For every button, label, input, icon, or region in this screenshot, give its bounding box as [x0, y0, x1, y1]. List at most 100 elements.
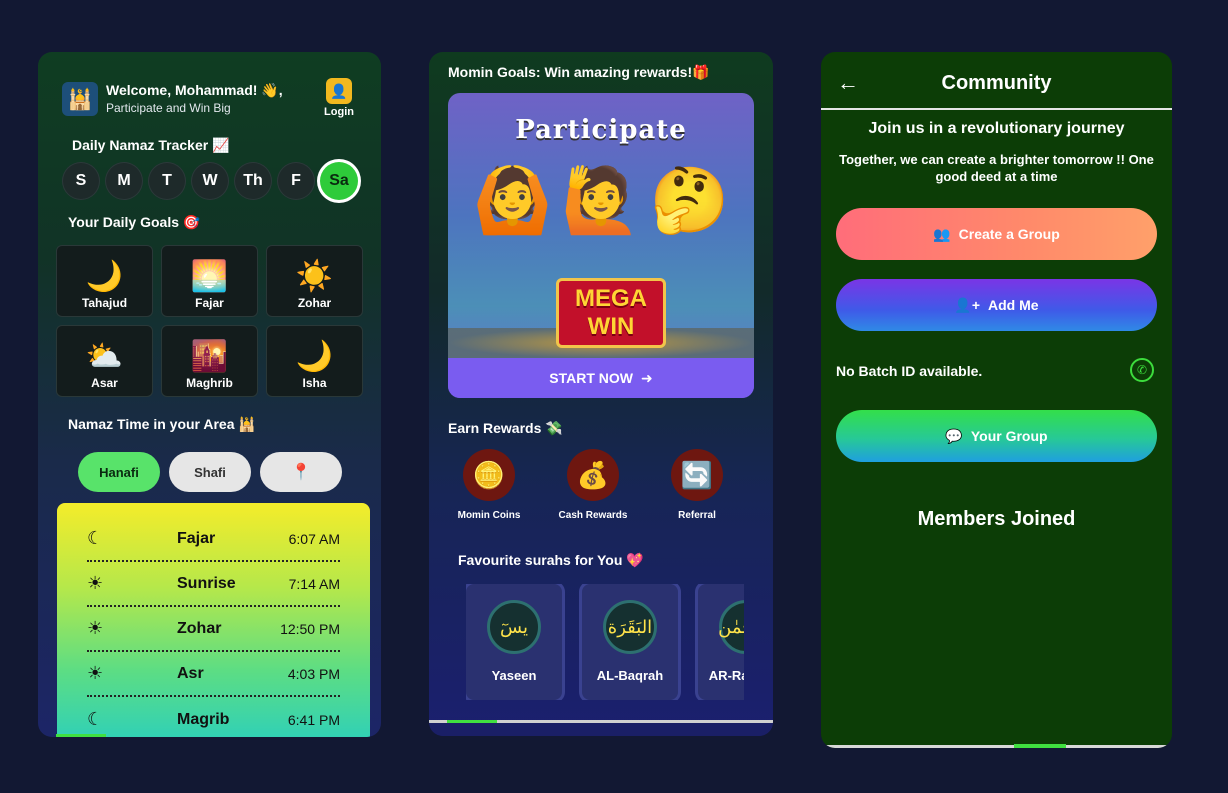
goal-maghrib[interactable]: 🌇 Maghrib	[161, 325, 258, 397]
page-title: Community	[941, 72, 1052, 94]
banner-title: Participate	[515, 115, 687, 145]
goal-fajar[interactable]: 🌅 Fajar	[161, 245, 258, 317]
day-s[interactable]: S	[62, 162, 100, 200]
mega-win-badge: MEGA WIN	[556, 278, 666, 348]
person-icon: 🙋	[561, 164, 641, 236]
scroll-indicator	[56, 734, 106, 737]
prayer-times-card: ☾ Fajar 6:07 AM ☀ Sunrise 7:14 AM ☀ Zoha…	[57, 503, 370, 737]
prayer-time: 6:07 AM	[288, 530, 340, 547]
sunset-icon: 🌇	[190, 340, 229, 373]
reward-referral[interactable]: 🔄 Referral	[667, 449, 727, 521]
day-selector: S M T W Th F Sa	[62, 162, 358, 200]
day-th[interactable]: Th	[234, 162, 272, 200]
welcome-text: Welcome, Mohammad! 👋,	[106, 82, 283, 98]
person-icon: 🤔	[649, 164, 730, 236]
prayer-name: Sunrise	[177, 574, 236, 592]
rewards-list: 🪙 Momin Coins 💰 Cash Rewards 🔄 Referral	[458, 449, 727, 521]
surah-carousel[interactable]: يسٓ Yaseen البَقَرَة AL-Baqrah الرَّحْمٰ…	[466, 584, 744, 700]
prayer-row: ☀ Zohar 12:50 PM	[87, 607, 340, 652]
avatar[interactable]: 🕌	[62, 82, 98, 116]
surah-card[interactable]: البَقَرَة AL-Baqrah	[582, 584, 678, 700]
bottom-bar	[821, 745, 1172, 748]
coins-icon: 🪙	[463, 449, 515, 501]
whatsapp-icon[interactable]: ✆	[1130, 358, 1154, 382]
surah-card[interactable]: يسٓ Yaseen	[466, 584, 562, 700]
goals-title: Your Daily Goals 🎯	[68, 214, 201, 230]
goal-isha[interactable]: 🌙 Isha	[266, 325, 363, 397]
hanafi-button[interactable]: Hanafi	[78, 452, 160, 492]
prayer-row: ☾ Fajar 6:07 AM	[87, 517, 340, 562]
surah-label: AL-Baqrah	[596, 668, 664, 683]
area-title: Namaz Time in your Area 🕌	[68, 416, 256, 432]
surah-label: AR-Rahman	[708, 668, 744, 683]
day-w[interactable]: W	[191, 162, 229, 200]
shafi-button[interactable]: Shafi	[169, 452, 251, 492]
reward-label: Cash Rewards	[558, 510, 628, 521]
group-icon: 👥	[933, 225, 951, 242]
moon-icon: ☾	[87, 709, 104, 729]
day-m[interactable]: M	[105, 162, 143, 200]
referral-icon: 🔄	[671, 449, 723, 501]
goal-zohar[interactable]: ☀️ Zohar	[266, 245, 363, 317]
goals-grid: 🌙 Tahajud 🌅 Fajar ☀️ Zohar ⛅ Asar 🌇 Magh…	[56, 245, 363, 397]
arrow-right-icon: ➜	[641, 369, 653, 386]
add-me-label: Add Me	[988, 297, 1039, 313]
sun-cloud-icon: ⛅	[85, 340, 124, 373]
surahs-title: Favourite surahs for You 💖	[458, 552, 644, 568]
prayer-name: Fajar	[177, 529, 216, 547]
day-f[interactable]: F	[277, 162, 315, 200]
home-header: 🕌 Welcome, Mohammad! 👋, Participate and …	[52, 78, 372, 118]
reward-cash[interactable]: 💰 Cash Rewards	[559, 449, 627, 521]
batch-status: No Batch ID available.	[836, 363, 983, 379]
goal-tahajud[interactable]: 🌙 Tahajud	[56, 245, 153, 317]
tracker-title: Daily Namaz Tracker 📈	[72, 137, 230, 153]
active-tab-indicator	[447, 720, 497, 723]
page-title: Momin Goals: Win amazing rewards!🎁	[448, 64, 710, 80]
goal-label: Zohar	[297, 296, 332, 310]
home-screen: 🕌 Welcome, Mohammad! 👋, Participate and …	[38, 52, 381, 737]
crescent-star-icon: 🌙	[295, 340, 334, 373]
add-user-icon: 👤+	[954, 296, 981, 313]
sun-clock-icon: ☀️	[295, 260, 334, 293]
surah-arabic: يسٓ	[487, 600, 541, 654]
money-bag-icon: 💰	[567, 449, 619, 501]
prayer-row: ☀ Sunrise 7:14 AM	[87, 562, 340, 607]
reward-momin-coins[interactable]: 🪙 Momin Coins	[458, 449, 520, 521]
location-pin-icon: 📍	[291, 464, 311, 481]
community-heading: Join us in a revolutionary journey	[868, 120, 1125, 137]
rewards-screen: Momin Goals: Win amazing rewards!🎁 Parti…	[429, 52, 773, 736]
moon-icon: ☾	[87, 528, 104, 548]
active-tab-indicator	[1014, 744, 1066, 748]
prayer-name: Asr	[177, 664, 204, 682]
sun-icon: ☀	[87, 573, 104, 593]
goal-label: Tahajud	[81, 296, 128, 310]
user-icon: 👤	[326, 78, 352, 104]
participate-banner[interactable]: Participate 🙆 🙋 🤔 MEGA WIN START NOW ➜	[448, 93, 754, 398]
members-title: Members Joined	[917, 508, 1076, 530]
surah-card[interactable]: الرَّحْمٰن AR-Rahman	[698, 584, 744, 700]
prayer-row: ☀ Asr 4:03 PM	[87, 652, 340, 697]
community-subheading: Together, we can create a brighter tomor…	[839, 152, 1154, 184]
start-now-button[interactable]: START NOW ➜	[448, 358, 754, 398]
your-group-button[interactable]: 💬 Your Group	[836, 410, 1157, 462]
login-label: Login	[324, 106, 354, 118]
sun-icon: ☀	[87, 663, 104, 683]
person-icon: 🙆	[472, 164, 553, 236]
add-me-button[interactable]: 👤+ Add Me	[836, 279, 1157, 331]
welcome-subtitle: Participate and Win Big	[106, 101, 231, 115]
prayer-time: 12:50 PM	[280, 620, 340, 637]
goal-asar[interactable]: ⛅ Asar	[56, 325, 153, 397]
create-group-button[interactable]: 👥 Create a Group	[836, 208, 1157, 260]
day-sa[interactable]: Sa	[320, 162, 358, 200]
location-button[interactable]: 📍	[260, 452, 342, 492]
surah-arabic: البَقَرَة	[603, 600, 657, 654]
prayer-time: 6:41 PM	[287, 711, 340, 728]
surah-arabic: الرَّحْمٰن	[718, 600, 744, 654]
goal-label: Asar	[91, 376, 118, 390]
people-illustration: 🙆 🙋 🤔	[468, 163, 734, 283]
surah-label: Yaseen	[491, 668, 537, 683]
community-screen: ← Community Join us in a revolutionary j…	[821, 52, 1172, 748]
day-t[interactable]: T	[148, 162, 186, 200]
login-button[interactable]: 👤 Login	[322, 78, 356, 118]
your-group-label: Your Group	[970, 428, 1048, 444]
